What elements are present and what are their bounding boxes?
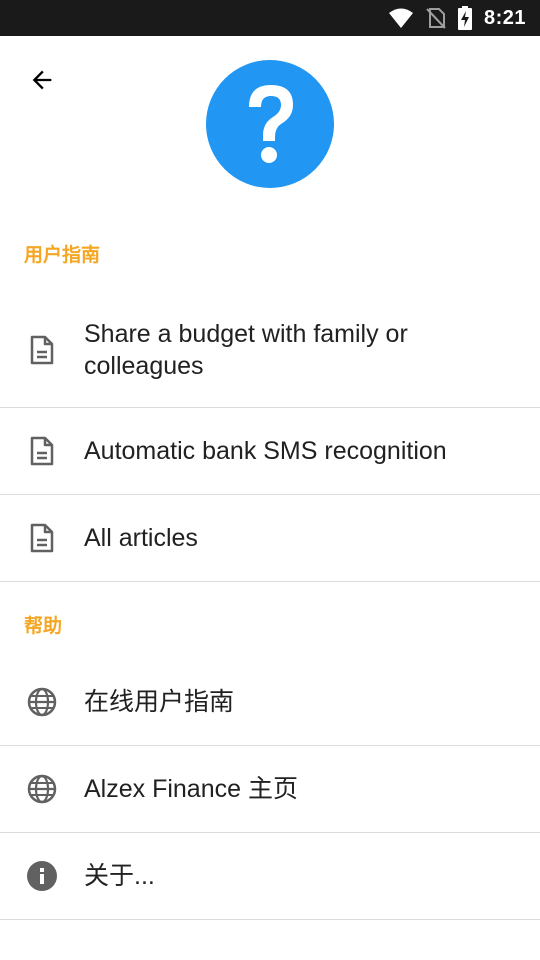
clock: 8:21 [483,6,526,29]
wifi-icon [388,7,414,29]
list-item-label: 在线用户指南 [84,687,235,716]
help-logo [206,60,334,188]
globe-icon [26,686,58,718]
info-icon [26,860,58,892]
question-mark-icon [249,85,293,163]
list-item-homepage[interactable]: Alzex Finance 主页 [0,746,540,833]
globe-icon [26,773,58,805]
document-icon [26,522,58,554]
document-icon [26,334,58,366]
battery-charging-icon [457,6,472,30]
list-item-label: All articles [84,524,198,552]
list-item-online-guide[interactable]: 在线用户指南 [0,658,540,746]
list-item-share-budget[interactable]: Share a budget with family or colleagues [0,292,540,408]
status-bar: 8:21 [0,0,540,36]
arrow-left-icon [32,70,52,90]
list-item-about[interactable]: 关于... [0,833,540,920]
list-item-label: Automatic bank SMS recognition [84,437,447,465]
list-item-sms-recognition[interactable]: Automatic bank SMS recognition [0,408,540,495]
list-item-all-articles[interactable]: All articles [0,495,540,582]
list-item-label: Share a budget with family or colleagues [84,319,408,380]
section-header-user-guide: 用户指南 [24,245,101,266]
document-icon [26,435,58,467]
section-header-help: 帮助 [24,616,63,637]
back-button[interactable] [22,60,62,100]
list-item-label: Alzex Finance 主页 [84,775,298,803]
no-sim-icon [426,7,446,29]
list-item-label: 关于... [84,862,155,890]
